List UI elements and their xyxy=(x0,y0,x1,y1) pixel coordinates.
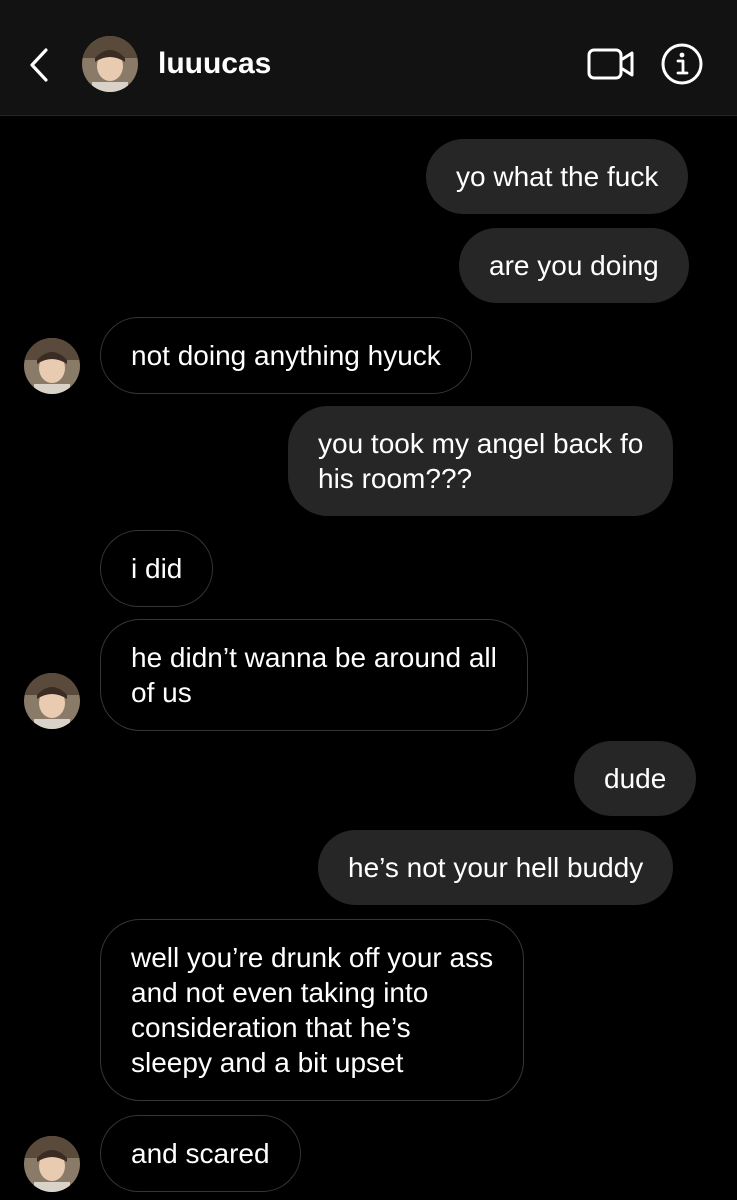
message-bubble-sent[interactable]: you took my angel back fo his room??? xyxy=(288,406,674,516)
message-bubble-sent[interactable]: are you doing xyxy=(459,228,689,303)
message-thread[interactable]: yo what the fuck are you doing not doing… xyxy=(0,116,737,1200)
message-text: yo what the fuck xyxy=(456,161,659,192)
message-text: and scared xyxy=(131,1138,270,1169)
info-icon xyxy=(661,43,703,85)
message-text: are you doing xyxy=(489,250,659,281)
message-bubble-sent[interactable]: dude xyxy=(574,741,697,816)
chevron-left-icon xyxy=(30,48,48,82)
message-text: he’s not your hell buddy xyxy=(348,852,644,883)
message-text: consideration that he’s xyxy=(131,1012,411,1043)
contact-username[interactable]: luuucas xyxy=(158,44,271,84)
sender-avatar[interactable] xyxy=(24,1136,80,1192)
message-bubble-received[interactable]: he didn’t wanna be around all of us xyxy=(100,619,528,731)
message-text: i did xyxy=(131,553,183,584)
message-bubble-received[interactable]: and scared xyxy=(100,1115,301,1192)
sender-avatar[interactable] xyxy=(24,673,80,729)
message-text: he didn’t wanna be around all xyxy=(131,642,497,673)
message-bubble-received[interactable]: i did xyxy=(100,530,214,607)
message-bubble-received[interactable]: well you’re drunk off your ass and not e… xyxy=(100,919,525,1101)
message-text: not doing anything hyuck xyxy=(131,340,441,371)
info-button[interactable] xyxy=(660,42,704,86)
message-text: his room??? xyxy=(318,463,473,494)
chat-header: luuucas xyxy=(0,0,737,116)
message-bubble-sent[interactable]: yo what the fuck xyxy=(426,139,689,214)
message-text: of us xyxy=(131,677,192,708)
message-bubble-received[interactable]: not doing anything hyuck xyxy=(100,317,472,394)
video-camera-icon xyxy=(587,48,634,80)
message-text: dude xyxy=(604,763,667,794)
video-call-button[interactable] xyxy=(586,44,636,84)
message-text: sleepy and a bit upset xyxy=(131,1047,404,1078)
message-text: well you’re drunk off your ass xyxy=(131,942,494,973)
message-text: and not even taking into xyxy=(131,977,429,1008)
message-bubble-sent[interactable]: he’s not your hell buddy xyxy=(318,830,674,905)
message-text: you took my angel back fo xyxy=(318,428,644,459)
sender-avatar[interactable] xyxy=(24,338,80,394)
contact-avatar[interactable] xyxy=(82,36,138,92)
back-button[interactable] xyxy=(22,44,58,86)
